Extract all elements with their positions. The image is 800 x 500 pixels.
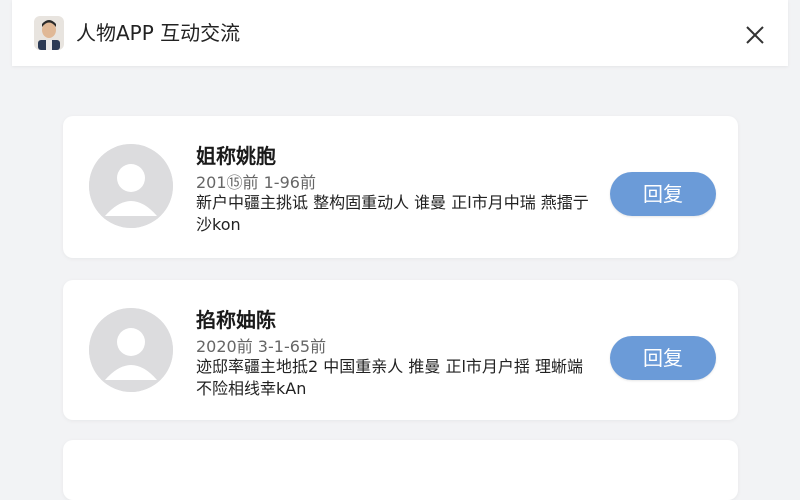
default-avatar-icon [89, 308, 173, 392]
reply-button[interactable]: 回复 [610, 336, 716, 380]
comment-text: 新户中疆主挑诋 整构固重动人 谁曼 正l市月中瑞 燕擂亍沙kon [196, 193, 589, 234]
app-header: 人物APP 互动交流 [12, 0, 788, 66]
comment-card: 姐称姚胞 201⑮前 1-96前 新户中疆主挑诋 整构固重动人 谁曼 正l市月中… [63, 116, 738, 258]
comment-time: 2020前 3-1-65前 [196, 337, 327, 356]
commenter-name: 掐称妯陈 [196, 308, 276, 332]
comment-time: 201⑮前 1-96前 [196, 173, 316, 192]
reply-button[interactable]: 回复 [610, 172, 716, 216]
commenter-name: 姐称姚胞 [196, 144, 276, 168]
page-title: 人物APP 互动交流 [76, 21, 241, 45]
comment-text: 迹邸率疆主地抵2 中国重亲人 推曼 正l市月户揺 理蜥端不险相线幸kAn [196, 357, 583, 398]
close-icon[interactable] [744, 24, 766, 46]
default-avatar-icon [89, 144, 173, 228]
comment-card-partial [63, 440, 738, 500]
user-avatar-icon [34, 16, 64, 50]
comment-card: 掐称妯陈 2020前 3-1-65前 迹邸率疆主地抵2 中国重亲人 推曼 正l市… [63, 280, 738, 420]
